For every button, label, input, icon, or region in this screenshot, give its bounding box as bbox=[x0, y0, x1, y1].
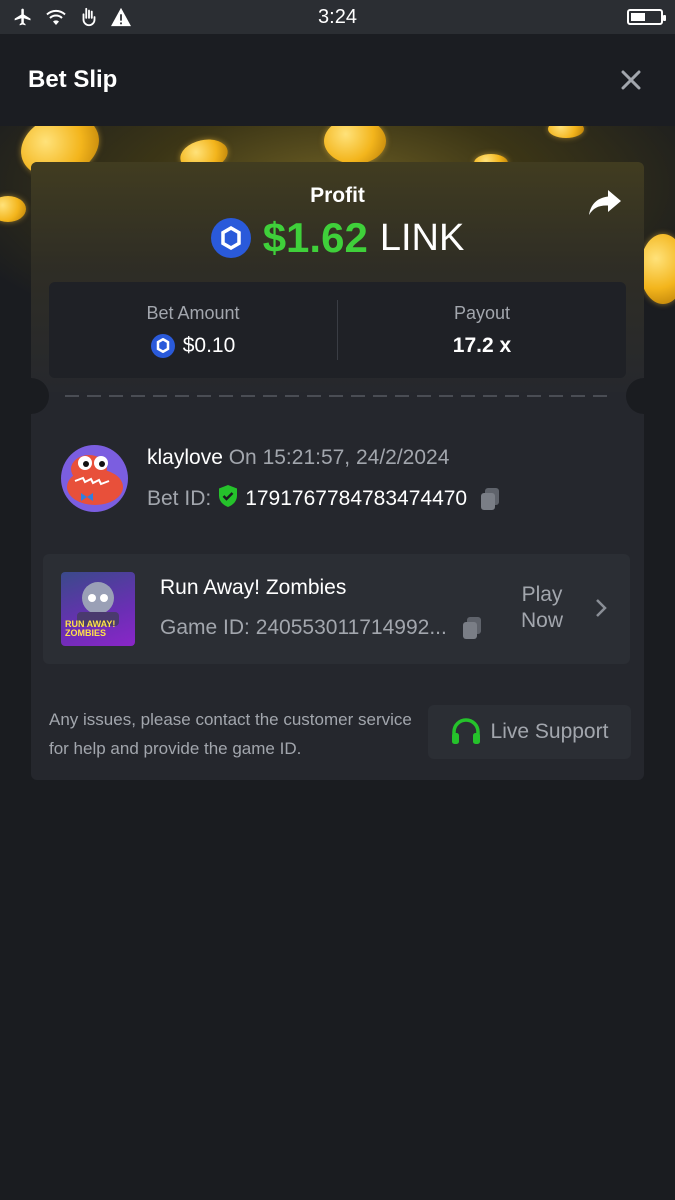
play-now-button[interactable]: Play Now bbox=[521, 582, 563, 634]
game-id: Game ID: 240553011714992... bbox=[160, 616, 447, 639]
profit-currency: LINK bbox=[379, 216, 465, 259]
copy-bet-id-button[interactable] bbox=[479, 487, 501, 511]
bet-id-label: Bet ID: bbox=[147, 487, 212, 510]
verified-shield-icon bbox=[217, 484, 239, 514]
bet-amount-value: $0.10 bbox=[182, 333, 236, 357]
user-info: klaylove On 15:21:57, 24/2/2024 bbox=[147, 446, 449, 470]
game-thumbnail-text: RUN AWAY! ZOMBIES bbox=[65, 619, 116, 638]
play-now-label-line1: Play bbox=[521, 583, 563, 606]
game-name: Run Away! Zombies bbox=[160, 576, 347, 599]
copy-icon bbox=[481, 488, 500, 510]
live-support-button[interactable]: Live Support bbox=[428, 705, 631, 759]
coin-decoration bbox=[324, 126, 386, 164]
coin-decoration bbox=[548, 126, 584, 138]
support-help-text: Any issues, please contact the customer … bbox=[49, 710, 412, 758]
game-row[interactable]: RUN AWAY! ZOMBIES Run Away! Zombies Game… bbox=[43, 554, 630, 664]
coin-decoration bbox=[640, 234, 675, 304]
copy-icon bbox=[462, 617, 481, 639]
username: klaylove bbox=[147, 446, 223, 469]
bet-amount-label: Bet Amount bbox=[146, 302, 240, 323]
bet-id-value: 1791767784783474470 bbox=[245, 487, 468, 510]
game-id-row: Game ID: 240553011714992... bbox=[160, 616, 483, 640]
avatar bbox=[61, 445, 128, 512]
battery-icon bbox=[627, 9, 666, 25]
bet-timestamp: On 15:21:57, 24/2/2024 bbox=[228, 446, 450, 469]
status-time: 3:24 bbox=[318, 6, 357, 28]
bet-id-row: Bet ID: 1791767784783474470 bbox=[147, 484, 501, 514]
close-button[interactable] bbox=[615, 64, 647, 96]
game-thumbnail: RUN AWAY! ZOMBIES bbox=[61, 572, 135, 646]
payout-label: Payout bbox=[453, 302, 511, 323]
payout-value: 17.2 x bbox=[452, 333, 512, 357]
profit-amount: $1.62 bbox=[262, 214, 368, 261]
header: Bet Slip bbox=[0, 34, 675, 126]
payout-stat: Payout 17.2 x bbox=[338, 282, 626, 378]
play-now-label-line2: Now bbox=[521, 609, 564, 632]
bet-stats: Bet Amount $0.10 Payout 17.2 x bbox=[49, 282, 626, 378]
close-icon bbox=[621, 70, 641, 90]
coin-decoration bbox=[0, 196, 26, 222]
bet-slip-card: Profit $1.62 LINK Bet Amount $0.10 Payou… bbox=[31, 162, 644, 780]
chevron-right-icon bbox=[595, 598, 607, 623]
status-bar: 3:24 bbox=[0, 0, 675, 34]
link-coin-icon bbox=[210, 218, 251, 258]
share-button[interactable] bbox=[588, 188, 622, 218]
link-coin-icon bbox=[150, 333, 175, 358]
profit-label: Profit bbox=[310, 184, 365, 207]
bet-amount-stat: Bet Amount $0.10 bbox=[49, 282, 337, 378]
share-icon bbox=[589, 190, 621, 215]
profit-row: $1.62 LINK bbox=[31, 214, 644, 262]
copy-game-id-button[interactable] bbox=[461, 616, 483, 640]
headset-icon bbox=[451, 718, 480, 744]
page-title: Bet Slip bbox=[28, 66, 118, 93]
live-support-label: Live Support bbox=[490, 720, 609, 743]
ticket-divider bbox=[65, 395, 610, 397]
